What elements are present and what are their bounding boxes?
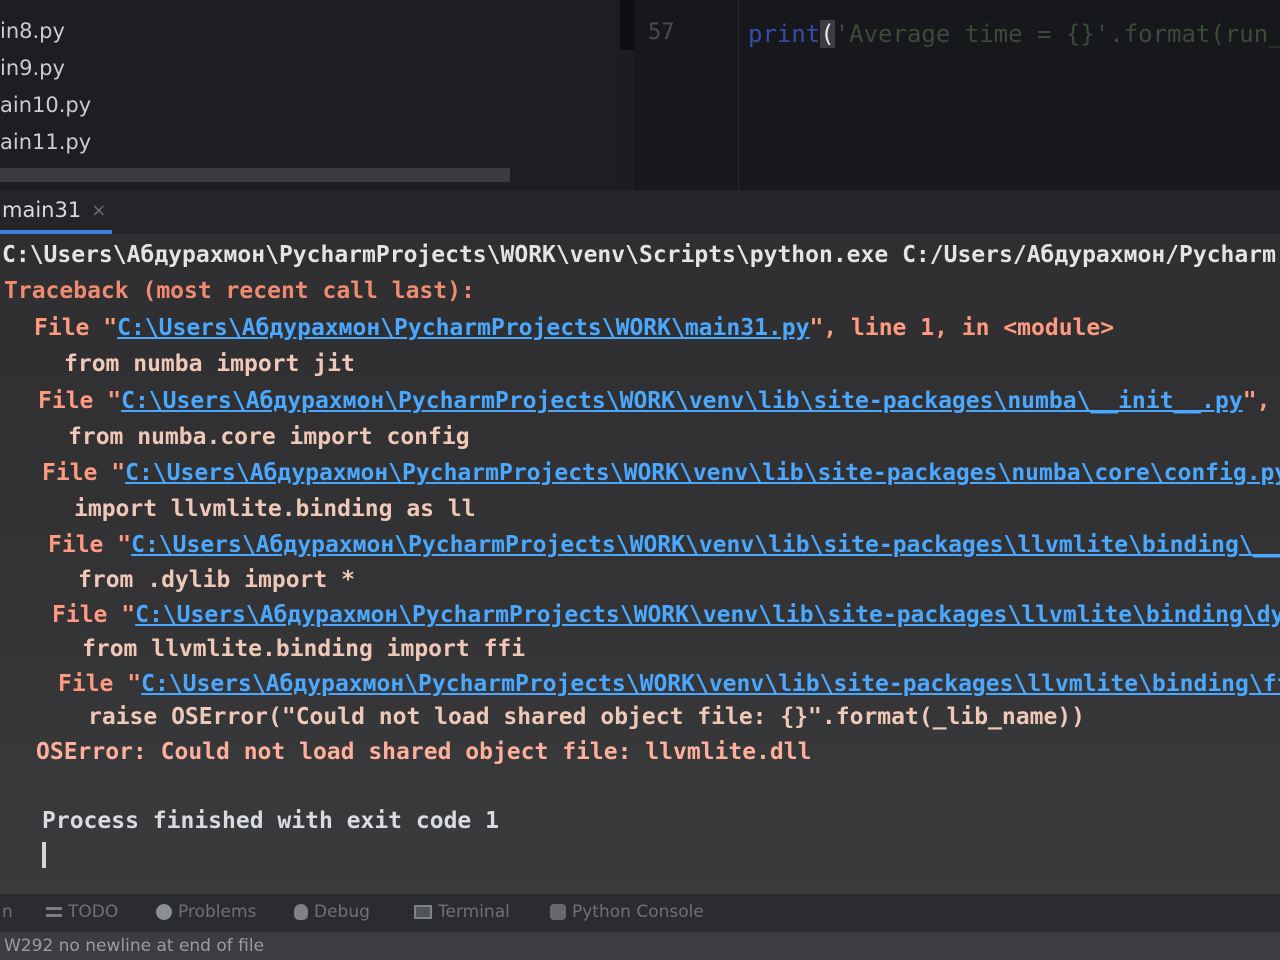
code-keyword-print: print xyxy=(748,20,821,48)
line-number: 57 xyxy=(648,20,675,45)
frame-source-line: from .dylib import * xyxy=(78,567,355,593)
code-string: 'Average time = {}'.format(run_t xyxy=(834,20,1280,48)
frame-prefix: File " xyxy=(38,388,122,414)
frame-file-link[interactable]: C:\Users\Абдурахмон\PycharmProjects\WORK… xyxy=(117,315,809,341)
frame-file-link[interactable]: C:\Users\Абдурахмон\PycharmProjects\WORK… xyxy=(135,602,1280,628)
traceback-frame: File "C:\Users\Абдурахмон\PycharmProject… xyxy=(34,313,1114,343)
project-file-item[interactable]: ain11.py xyxy=(0,125,91,159)
exception-message: OSError: Could not load shared object fi… xyxy=(36,739,812,765)
python-console-tool-tab[interactable]: Python Console xyxy=(550,902,704,922)
traceback-frame: File "C:\Users\Абдурахмон\PycharmProject… xyxy=(42,458,1280,488)
frame-source-line: import llvmlite.binding as ll xyxy=(74,496,476,522)
list-icon xyxy=(46,907,62,917)
tool-window-bar: n TODO Problems Debug Terminal Python Co… xyxy=(0,894,1280,932)
traceback-frame: File "C:\Users\Абдурахмон\PycharmProject… xyxy=(48,530,1280,560)
frame-source-line: raise OSError("Could not load shared obj… xyxy=(88,704,1085,730)
traceback-header: Traceback (most recent call last): xyxy=(4,278,475,304)
debug-label: Debug xyxy=(314,902,370,922)
code-line[interactable]: print('Average time = {}'.format(run_t xyxy=(748,20,1280,48)
frame-file-link[interactable]: C:\Users\Абдурахмон\PycharmProjects\WORK… xyxy=(125,460,1280,486)
frame-suffix: ", line 1, in <module> xyxy=(809,315,1115,341)
run-tool-label: n xyxy=(2,902,13,922)
traceback-frame: File "C:\Users\Абдурахмон\PycharmProject… xyxy=(38,386,1280,416)
run-tab-label: main31 xyxy=(2,198,82,222)
frame-prefix: File " xyxy=(48,532,132,558)
run-tool-tab[interactable]: n xyxy=(2,902,13,922)
terminal-tool-tab[interactable]: Terminal xyxy=(414,902,510,922)
frame-file-link[interactable]: C:\Users\Абдурахмон\PycharmProjects\WORK… xyxy=(131,532,1280,558)
terminal-icon xyxy=(414,905,432,919)
run-tab-main31[interactable]: main31 × xyxy=(0,190,112,234)
frame-prefix: File " xyxy=(34,315,118,341)
frame-prefix: File " xyxy=(58,671,142,697)
frame-prefix: File " xyxy=(52,602,136,628)
gutter-marker xyxy=(620,0,634,50)
code-paren: ( xyxy=(820,20,835,48)
problems-tool-tab[interactable]: Problems xyxy=(156,902,256,922)
python-icon xyxy=(550,904,566,920)
frame-file-link[interactable]: C:\Users\Абдурахмон\PycharmProjects\WORK… xyxy=(141,671,1280,697)
project-tree: in8.py in9.py ain10.py ain11.py ain12.py xyxy=(0,0,620,190)
run-tab-bar: main31 × xyxy=(0,190,1280,234)
status-message: W292 no newline at end of file xyxy=(4,936,265,956)
project-file-item[interactable]: ain10.py xyxy=(0,88,91,122)
run-console[interactable]: C:\Users\Абдурахмон\PycharmProjects\WORK… xyxy=(0,234,1280,894)
todo-tool-tab[interactable]: TODO xyxy=(46,902,118,922)
close-icon[interactable]: × xyxy=(91,200,106,221)
gutter-divider xyxy=(738,0,739,190)
frame-source-line: from numba import jit xyxy=(64,351,355,377)
horizontal-scrollbar[interactable] xyxy=(0,168,510,182)
status-bar: W292 no newline at end of file xyxy=(0,932,1280,960)
frame-prefix: File " xyxy=(42,460,126,486)
traceback-frame: File "C:\Users\Абдурахмон\PycharmProject… xyxy=(52,600,1280,630)
debug-tool-tab[interactable]: Debug xyxy=(294,902,370,922)
frame-source-line: from numba.core import config xyxy=(68,424,470,450)
process-finished-message: Process finished with exit code 1 xyxy=(42,808,499,834)
frame-suffix: ", l xyxy=(1242,388,1271,414)
bug-icon xyxy=(294,904,308,920)
todo-label: TODO xyxy=(68,902,119,922)
text-cursor xyxy=(42,842,46,868)
frame-source-line: from llvmlite.binding import ffi xyxy=(82,636,526,662)
traceback-frame: File "C:\Users\Абдурахмон\PycharmProject… xyxy=(58,669,1280,699)
ide-top-area: in8.py in9.py ain10.py ain11.py ain12.py… xyxy=(0,0,1280,190)
project-file-item[interactable]: in8.py xyxy=(0,14,65,48)
frame-file-link[interactable]: C:\Users\Абдурахмон\PycharmProjects\WORK… xyxy=(121,388,1243,414)
terminal-label: Terminal xyxy=(438,902,510,922)
problems-icon xyxy=(156,904,172,920)
console-command-line: C:\Users\Абдурахмон\PycharmProjects\WORK… xyxy=(2,242,1276,268)
code-editor[interactable]: 57 print('Average time = {}'.format(run_… xyxy=(634,0,1280,190)
project-file-item[interactable]: in9.py xyxy=(0,51,65,85)
problems-label: Problems xyxy=(178,902,257,922)
python-console-label: Python Console xyxy=(572,902,704,922)
